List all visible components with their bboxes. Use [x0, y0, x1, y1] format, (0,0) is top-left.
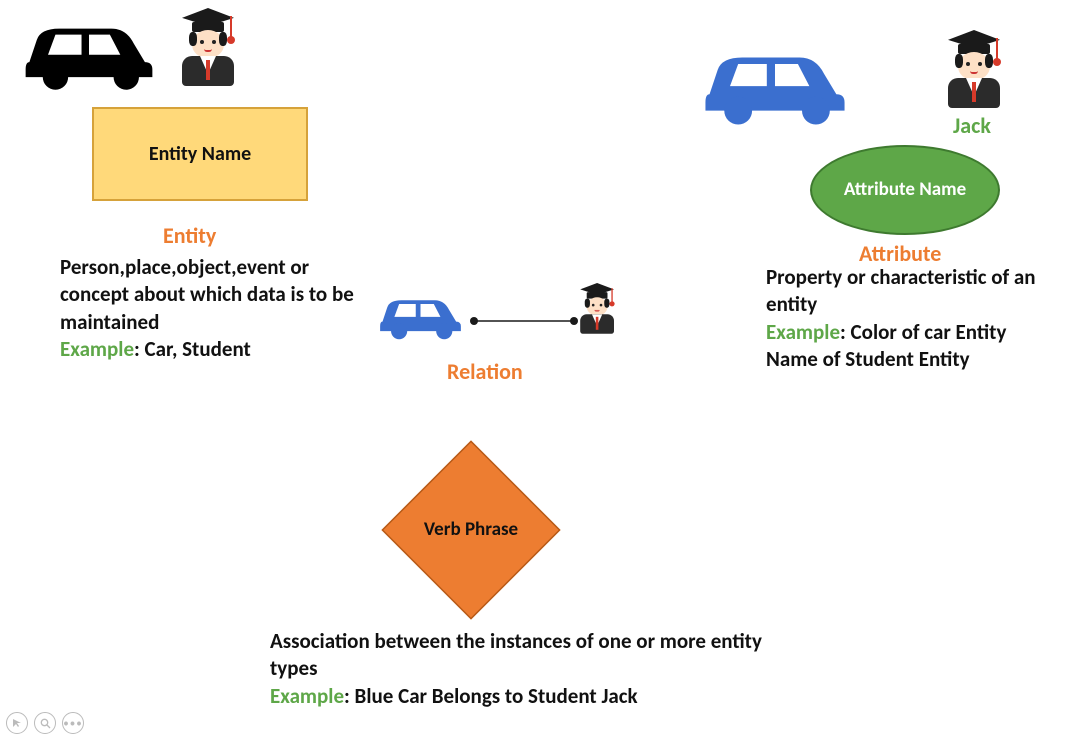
- graduate-top-right-icon: [940, 30, 1008, 108]
- relation-example-text: : Blue Car Belongs to Student Jack: [344, 683, 638, 709]
- attribute-description: Property or characteristic of an entity …: [766, 264, 1076, 373]
- attribute-example-line1: : Color of car Entity: [840, 319, 1006, 345]
- tool-pointer-icon[interactable]: [6, 712, 28, 734]
- entity-rectangle: Entity Name: [92, 107, 308, 201]
- entity-box-label: Entity Name: [149, 142, 251, 166]
- attribute-ellipse-label: Attribute Name: [844, 179, 966, 201]
- attribute-example-line2: Name of Student Entity: [766, 346, 970, 372]
- attribute-example-label: Example: [766, 319, 840, 345]
- toolbar: •••: [6, 712, 84, 734]
- car-black-icon: [14, 10, 164, 97]
- attribute-name-caption: Jack: [953, 112, 991, 139]
- attribute-ellipse: Attribute Name: [810, 145, 1000, 235]
- relation-example-label: Example: [270, 683, 344, 709]
- relation-desc-text: Association between the instances of one…: [270, 628, 762, 681]
- entity-description: Person,place,object,event or concept abo…: [60, 254, 355, 363]
- relation-connector-line: [469, 312, 579, 331]
- car-blue-top-icon: [690, 37, 860, 132]
- entity-example-label: Example: [60, 336, 134, 362]
- tool-zoom-icon[interactable]: [34, 712, 56, 734]
- relation-description: Association between the instances of one…: [270, 628, 770, 710]
- relation-diamond: Verb Phrase: [383, 442, 559, 618]
- attribute-desc-text: Property or characteristic of an entity: [766, 264, 1036, 317]
- relation-title: Relation: [447, 358, 523, 385]
- entity-desc-text: Person,place,object,event or concept abo…: [60, 254, 354, 335]
- graduate-relation-icon: [575, 283, 643, 361]
- entity-example-text: : Car, Student: [134, 336, 251, 362]
- car-blue-relation-icon: [373, 287, 468, 347]
- entity-title: Entity: [163, 222, 216, 249]
- tool-more-icon[interactable]: •••: [62, 712, 84, 734]
- graduate-top-left-icon: [174, 8, 242, 86]
- relation-diamond-label: Verb Phrase: [424, 519, 518, 542]
- attribute-title: Attribute: [859, 240, 941, 267]
